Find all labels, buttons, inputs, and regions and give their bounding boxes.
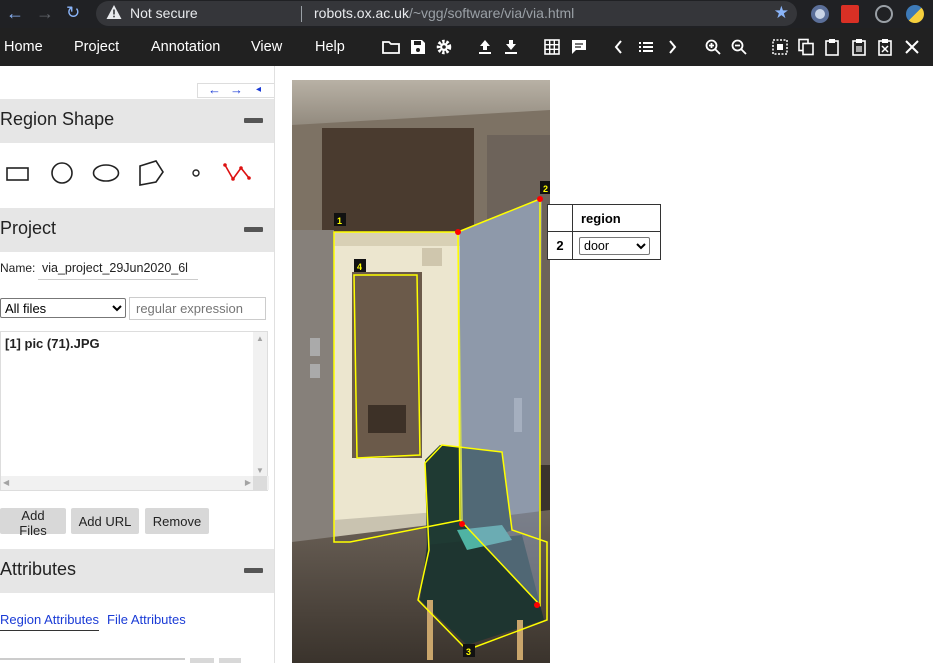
scroll-down-icon[interactable]: ▼ [256,466,264,475]
scroll-up-icon[interactable]: ▲ [256,334,264,343]
annotated-photo[interactable]: 1 2 3 4 [292,80,550,663]
point-shape-icon[interactable] [181,160,211,186]
left-panel: ← → ◂ Region Shape Project Name: All fil… [0,66,275,663]
region-attribute-table: region 2 door [547,204,661,260]
url-text[interactable]: robots.ox.ac.uk/~vgg/software/via/via.ht… [314,5,574,21]
attribute-button-stub[interactable] [190,658,214,663]
remove-button[interactable]: Remove [145,508,209,534]
address-bar[interactable]: Not secure robots.ox.ac.uk/~vgg/software… [96,1,797,26]
menu-help[interactable]: Help [315,39,345,55]
security-label[interactable]: Not secure [130,5,198,21]
url-separator [301,6,302,22]
scroll-right-icon[interactable]: ▶ [245,478,251,487]
sync-extension-icon[interactable] [875,5,893,23]
file-list-item[interactable]: [1] pic (71).JPG [5,336,100,351]
region-label-4: 4 [357,262,362,272]
upload-icon[interactable] [476,38,494,56]
extension-circle-icon[interactable] [811,5,829,23]
zoom-in-icon[interactable] [704,38,722,56]
collapse-icon[interactable] [244,118,263,123]
project-name-label: Name: [0,261,36,275]
menu-project[interactable]: Project [74,39,119,55]
scroll-left-icon[interactable]: ◀ [3,478,9,487]
menu-view[interactable]: View [251,39,282,55]
image-canvas[interactable]: 1 2 3 4 [292,80,550,663]
close-icon[interactable] [903,38,921,56]
url-path: /~vgg/software/via/via.html [408,5,575,21]
zoom-out-icon[interactable] [730,38,748,56]
attributes-title: Attributes [0,559,77,579]
copy-icon[interactable] [797,38,815,56]
region-shape-title: Region Shape [0,109,115,129]
regex-filter-input[interactable] [129,297,266,320]
browser-chrome: ← → ↻ Not secure robots.ox.ac.uk/~vgg/so… [0,0,933,28]
file-list[interactable]: [1] pic (71).JPG ▲ ▼ ◀ ▶ [0,331,269,491]
polyline-shape-icon[interactable] [223,160,253,186]
attributes-header[interactable]: Attributes [0,549,274,593]
tab-file-attributes[interactable]: File Attributes [107,612,186,627]
ellipse-shape-icon[interactable] [91,160,121,186]
vertical-scrollbar[interactable]: ▲ ▼ [253,332,267,477]
list-icon[interactable] [637,38,655,56]
polygon-shape-icon[interactable] [136,160,166,186]
collapse-icon[interactable] [244,227,263,232]
scrollbar-corner [253,476,267,490]
pdf-extension-icon[interactable] [841,5,859,23]
shrink-panel-arrow[interactable]: ← [208,83,221,96]
project-header[interactable]: Project [0,208,274,252]
gear-icon[interactable] [435,38,453,56]
region-column-header: region [572,204,661,232]
comment-icon[interactable] [570,38,588,56]
region-type-select[interactable]: door [579,236,650,255]
chevron-left-icon[interactable] [610,38,628,56]
delete-region-icon[interactable] [876,38,894,56]
chevron-right-icon[interactable] [663,38,681,56]
download-icon[interactable] [502,38,520,56]
attribute-input-stub[interactable] [0,658,185,660]
select-all-icon[interactable] [771,38,789,56]
region-value-cell: door [572,231,661,260]
attribute-button-stub[interactable] [219,658,241,663]
bookmark-star-icon[interactable]: ★ [774,3,789,23]
file-filter-select[interactable]: All files [0,298,126,318]
region-label-1: 1 [337,216,342,226]
add-files-button[interactable]: Add Files [0,508,66,538]
region-label-3: 3 [466,647,471,657]
save-icon[interactable] [409,38,427,56]
warning-icon[interactable] [106,4,122,20]
region-label-2: 2 [543,184,548,194]
project-title: Project [0,218,57,238]
circle-shape-icon[interactable] [47,160,77,186]
back-icon[interactable]: ← [6,4,24,22]
panel-resize-arrows: ← → ◂ [197,83,274,98]
reload-icon[interactable]: ↻ [66,4,80,22]
python-extension-icon[interactable] [906,5,924,23]
paste-all-icon[interactable] [850,38,868,56]
grid-icon[interactable] [543,38,561,56]
menu-home[interactable]: Home [4,39,43,55]
tab-region-attributes[interactable]: Region Attributes [0,612,100,631]
horizontal-scrollbar[interactable]: ◀ ▶ [1,476,269,490]
table-corner-cell [547,204,573,232]
menu-annotation[interactable]: Annotation [151,39,220,55]
region-id-cell: 2 [547,231,573,260]
region-shape-header[interactable]: Region Shape [0,99,274,143]
paste-icon[interactable] [823,38,841,56]
expand-panel-arrow[interactable]: → [230,83,243,96]
menubar: Home Project Annotation View Help [0,28,933,66]
url-host: robots.ox.ac.uk [314,5,409,21]
hide-panel-arrow[interactable]: ◂ [256,84,261,96]
forward-icon[interactable]: → [36,4,54,22]
folder-open-icon[interactable] [382,38,400,56]
project-name-input[interactable] [38,256,198,280]
rectangle-shape-icon[interactable] [3,160,33,186]
collapse-icon[interactable] [244,568,263,573]
add-url-button[interactable]: Add URL [71,508,139,534]
